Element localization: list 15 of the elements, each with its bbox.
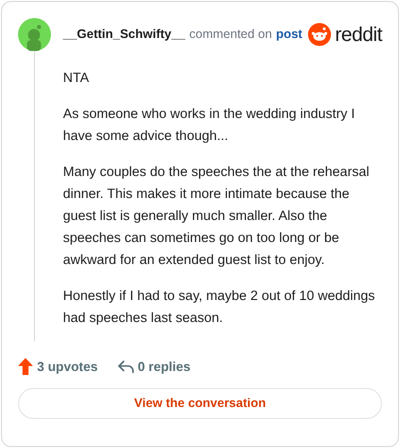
brand-wordmark: reddit: [334, 22, 382, 48]
upvote-count: 3 upvotes: [37, 358, 98, 376]
alien-logo-icon: [308, 23, 331, 46]
comment-paragraph: NTA: [63, 69, 90, 87]
post-link[interactable]: post: [276, 25, 302, 44]
action-text: commented on: [189, 26, 272, 44]
reply-arrow-icon: [118, 360, 134, 374]
comment-paragraph: Honestly if I had to say, maybe 2 out of 10 weddings had speeches last season.: [63, 287, 376, 327]
username[interactable]: __Gettin_Schwifty__: [63, 25, 186, 44]
upvote-arrow-icon: [18, 358, 33, 376]
comment-paragraph: As someone who works in the wedding industry I have some advice though...: [63, 105, 356, 145]
reply-count: 0 replies: [138, 358, 190, 376]
view-conversation-button[interactable]: View the conversation: [18, 388, 382, 418]
avatar-icon: [18, 18, 51, 51]
comment-paragraph: Many couples do the speeches the at the rehearsal dinner. This makes it more intimate because the guest list is generally much smaller. Also the speeches can sometimes go on too long or be awkward for an extended guest list to enjoy.: [63, 163, 370, 269]
